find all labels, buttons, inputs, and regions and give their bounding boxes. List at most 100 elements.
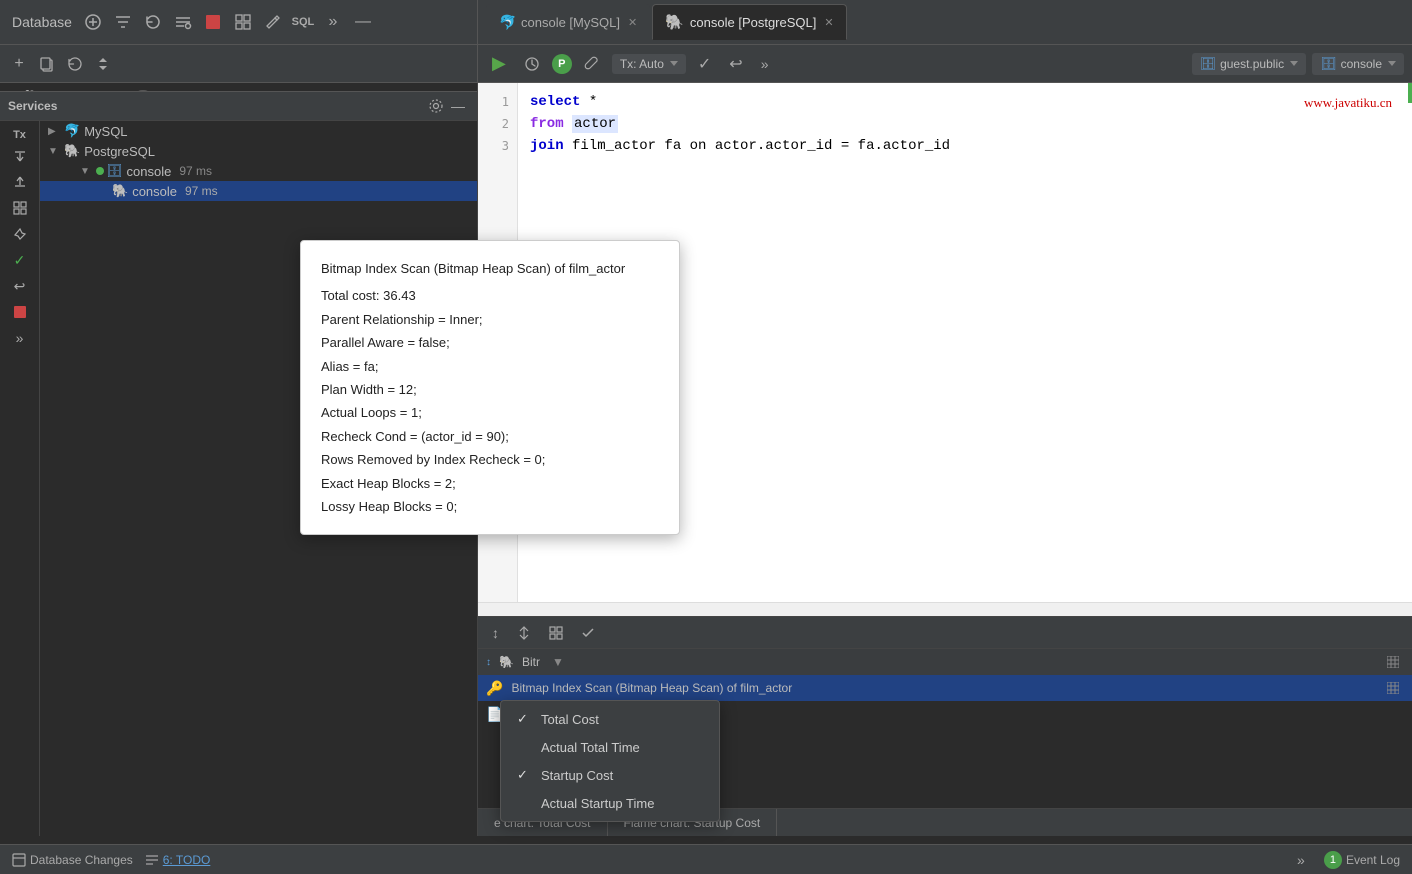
tab-pg-label: console [PostgreSQL] bbox=[690, 15, 816, 30]
second-toolbar-left: + bbox=[0, 45, 478, 82]
align-top-icon[interactable] bbox=[9, 145, 31, 167]
result-row-1[interactable]: ↕ 🐘 Bitr ▼ bbox=[478, 649, 1412, 675]
sync-icon[interactable] bbox=[64, 53, 86, 75]
undo2-icon[interactable]: ↩ bbox=[9, 275, 31, 297]
add-connection-icon[interactable] bbox=[82, 11, 104, 33]
console1-label: console bbox=[127, 164, 172, 179]
undo-icon[interactable]: ↩ bbox=[723, 51, 748, 77]
services-settings-icon[interactable] bbox=[425, 95, 447, 117]
sidebar-tree: ▼ 🐘 PostgreSQL 2 Production ▼ 📁 database… bbox=[0, 83, 477, 91]
results-more-icon[interactable]: ↕ bbox=[486, 622, 505, 644]
menu-item-total-cost[interactable]: ✓ Total Cost bbox=[501, 705, 719, 733]
results-icon2[interactable] bbox=[511, 623, 537, 643]
code-line-2: from actor bbox=[530, 113, 1400, 135]
more-icon[interactable]: » bbox=[322, 11, 344, 33]
mysql-svc-chevron: ▶ bbox=[48, 126, 60, 137]
services-item-console2[interactable]: 🐘 console 97 ms bbox=[40, 181, 477, 201]
check-startup-cost-icon: ✓ bbox=[517, 767, 533, 783]
line-num-2: 2 bbox=[478, 113, 517, 135]
row1-text: Bitr bbox=[522, 655, 540, 669]
tab-mysql[interactable]: 🐬 console [MySQL] ✕ bbox=[486, 4, 650, 40]
check-icon[interactable]: ✓ bbox=[692, 51, 717, 77]
filter-icon[interactable] bbox=[112, 11, 134, 33]
tooltip-line-8: Recheck Cond = (actor_id = 90); bbox=[321, 425, 659, 448]
console-label: console bbox=[1341, 57, 1382, 71]
tooltip-line-2: Total cost: 36.43 bbox=[321, 284, 659, 307]
code-line-1: select * bbox=[530, 91, 1400, 113]
event-log-item[interactable]: 1 Event Log bbox=[1324, 851, 1400, 869]
result-row-2[interactable]: 🔑 Bitmap Index Scan (Bitmap Heap Scan) o… bbox=[478, 675, 1412, 701]
copy-icon[interactable] bbox=[36, 53, 58, 75]
services-header: Services — bbox=[0, 91, 477, 121]
services-minimize-icon[interactable]: — bbox=[447, 95, 469, 117]
pg-svc-label: PostgreSQL bbox=[84, 144, 155, 159]
services-label: Services bbox=[8, 99, 425, 113]
sql-icon[interactable]: SQL bbox=[292, 11, 314, 33]
todo-item[interactable]: 6: TODO bbox=[145, 853, 211, 867]
console1-icon: 🗄 bbox=[106, 163, 123, 179]
settings-filter-icon[interactable] bbox=[172, 11, 194, 33]
services-item-console1[interactable]: ▼ 🗄 console 97 ms bbox=[40, 161, 477, 181]
menu-item-startup-cost-label: Startup Cost bbox=[541, 768, 613, 783]
console-arrow bbox=[1388, 61, 1396, 66]
code-line-3: join film_actor fa on actor.actor_id = f… bbox=[530, 135, 1400, 157]
up-down-icon[interactable] bbox=[92, 53, 114, 75]
database-title: Database bbox=[12, 14, 72, 30]
console2-icon: 🐘 bbox=[112, 183, 128, 199]
schema-label: guest.public bbox=[1220, 57, 1284, 71]
tx-col-label: Tx bbox=[13, 129, 26, 141]
wrench-icon[interactable] bbox=[578, 53, 606, 75]
pg-tab-icon: 🐘 bbox=[665, 13, 684, 31]
tx-label: Tx: Auto bbox=[620, 57, 664, 71]
row1-pg-icon: 🐘 bbox=[499, 655, 514, 669]
mysql-tab-icon: 🐬 bbox=[499, 14, 515, 30]
services-item-mysql[interactable]: ▶ 🐬 MySQL bbox=[40, 121, 477, 141]
line-num-3: 3 bbox=[478, 135, 517, 157]
schema-dropdown[interactable]: 🗄 guest.public bbox=[1192, 53, 1307, 75]
add-item-icon[interactable]: + bbox=[8, 53, 30, 75]
bottom-expand-icon[interactable]: » bbox=[1290, 849, 1312, 871]
more2-icon[interactable]: » bbox=[9, 327, 31, 349]
tooltip-line-1: Bitmap Index Scan (Bitmap Heap Scan) of … bbox=[321, 257, 659, 280]
horizontal-scrollbar[interactable] bbox=[478, 602, 1412, 616]
console2-label: console bbox=[132, 184, 177, 199]
menu-item-actual-total[interactable]: ✓ Actual Total Time bbox=[501, 733, 719, 761]
db-changes-label: Database Changes bbox=[30, 853, 133, 867]
console1-time: 97 ms bbox=[179, 164, 212, 178]
tab-mysql-close[interactable]: ✕ bbox=[628, 16, 637, 29]
right-indicator bbox=[1408, 83, 1412, 103]
tab-pg-close[interactable]: ✕ bbox=[824, 16, 833, 29]
check-total-cost-icon: ✓ bbox=[517, 711, 533, 727]
menu-item-startup-cost[interactable]: ✓ Startup Cost bbox=[501, 761, 719, 789]
run-button[interactable]: ▶ bbox=[486, 50, 512, 77]
more-toolbar-icon[interactable]: » bbox=[755, 53, 775, 75]
event-log-label: Event Log bbox=[1346, 853, 1400, 867]
stop2-icon[interactable] bbox=[9, 301, 31, 323]
align-bottom-icon[interactable] bbox=[9, 171, 31, 193]
pin-icon[interactable] bbox=[9, 223, 31, 245]
tx-dropdown[interactable]: Tx: Auto bbox=[612, 54, 686, 74]
results-icon4[interactable] bbox=[575, 623, 601, 643]
grid2-icon[interactable] bbox=[9, 197, 31, 219]
refresh-icon[interactable] bbox=[142, 11, 164, 33]
top-bar: Database SQL » — bbox=[0, 0, 1412, 45]
edit-icon[interactable] bbox=[262, 11, 284, 33]
top-bar-left: Database SQL » — bbox=[0, 0, 478, 44]
results-icon3[interactable] bbox=[543, 623, 569, 643]
menu-item-actual-total-label: Actual Total Time bbox=[541, 740, 640, 755]
services-item-pg[interactable]: ▼ 🐘 PostgreSQL bbox=[40, 141, 477, 161]
db-changes-item[interactable]: Database Changes bbox=[12, 853, 133, 867]
minimize-db-icon[interactable]: — bbox=[352, 11, 374, 33]
row2-grid-icon[interactable] bbox=[1382, 677, 1404, 699]
menu-item-actual-startup[interactable]: ✓ Actual Startup Time bbox=[501, 789, 719, 817]
tooltip-line-3: Parent Relationship = Inner; bbox=[321, 308, 659, 331]
stop-icon[interactable] bbox=[202, 11, 224, 33]
console-dropdown[interactable]: 🗄 console bbox=[1312, 53, 1404, 75]
second-toolbar-right: ▶ P Tx: Auto ✓ ↩ » 🗄 guest.public 🗄 cons… bbox=[478, 45, 1412, 82]
grid-icon[interactable] bbox=[232, 11, 254, 33]
history-icon[interactable] bbox=[518, 53, 546, 75]
row1-grid-icon[interactable] bbox=[1382, 651, 1404, 673]
tab-postgresql[interactable]: 🐘 console [PostgreSQL] ✕ bbox=[652, 4, 846, 40]
check2-icon[interactable]: ✓ bbox=[9, 249, 31, 271]
p-icon[interactable]: P bbox=[552, 54, 572, 74]
